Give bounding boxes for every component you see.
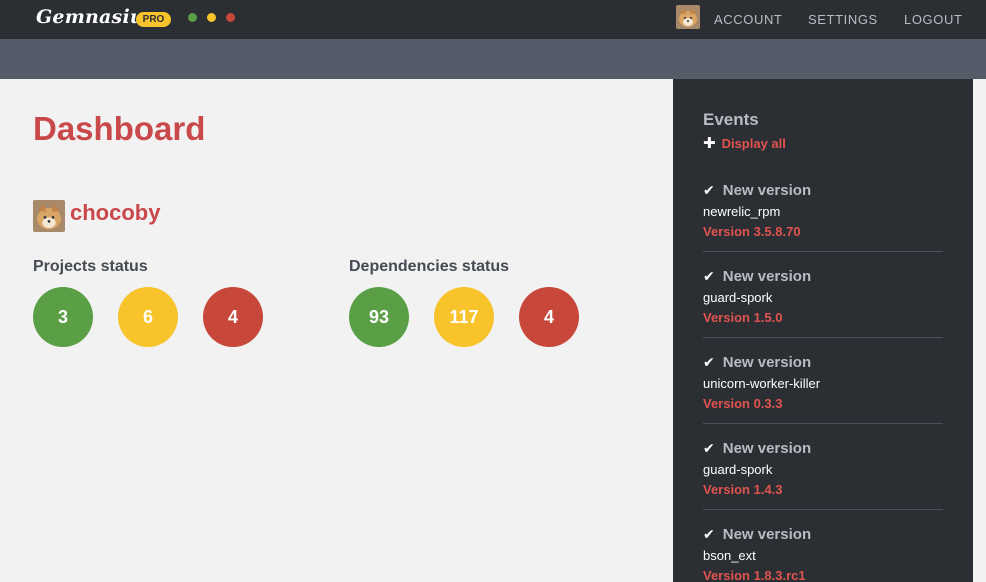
check-icon: ✔ <box>703 440 715 456</box>
dependencies-yellow-count[interactable]: 117 <box>434 287 494 347</box>
event-divider <box>703 423 943 424</box>
event-item: ✔ New version bson_ext Version 1.8.3.rc1 <box>703 513 943 582</box>
event-type: New version <box>722 354 812 371</box>
top-bar: Gemnasium PRO ACCOUNT SETTINGS LOGOUT <box>0 0 986 39</box>
check-icon: ✔ <box>703 526 715 542</box>
event-type: New version <box>722 526 812 543</box>
projects-status-label: Projects status <box>33 258 148 275</box>
page-title: Dashboard <box>33 110 206 147</box>
events-title: Events <box>703 110 759 129</box>
projects-green-count[interactable]: 3 <box>33 287 93 347</box>
dependencies-status-label: Dependencies status <box>349 258 510 275</box>
dependencies-green-count[interactable]: 93 <box>349 287 409 347</box>
user-name-link[interactable]: chocoby <box>70 200 160 226</box>
event-version[interactable]: Version 1.5.0 <box>703 310 783 325</box>
event-package[interactable]: unicorn-worker-killer <box>703 376 820 391</box>
pro-badge: PRO <box>136 12 171 27</box>
account-avatar[interactable] <box>676 5 700 29</box>
event-divider <box>703 337 943 338</box>
projects-yellow-count[interactable]: 6 <box>118 287 178 347</box>
event-item: ✔ New version newrelic_rpm Version 3.5.8.… <box>703 169 943 255</box>
check-icon: ✔ <box>703 182 715 198</box>
status-dot-red <box>226 13 235 22</box>
dependencies-red-count[interactable]: 4 <box>519 287 579 347</box>
event-divider <box>703 509 943 510</box>
event-package[interactable]: newrelic_rpm <box>703 204 780 219</box>
display-all-link[interactable]: ✚ Display all <box>703 134 786 152</box>
event-item: ✔ New version guard-spork Version 1.5.0 <box>703 255 943 341</box>
nav-settings-link[interactable]: SETTINGS <box>808 12 878 27</box>
event-item: ✔ New version guard-spork Version 1.4.3 <box>703 427 943 513</box>
nav-account-link[interactable]: ACCOUNT <box>714 12 782 27</box>
plus-icon: ✚ <box>703 135 716 152</box>
check-icon: ✔ <box>703 268 715 284</box>
event-version[interactable]: Version 1.4.3 <box>703 482 783 497</box>
event-package[interactable]: guard-spork <box>703 462 772 477</box>
event-version[interactable]: Version 3.5.8.70 <box>703 224 801 239</box>
event-package[interactable]: bson_ext <box>703 548 756 563</box>
status-dot-green <box>188 13 197 22</box>
event-package[interactable]: guard-spork <box>703 290 772 305</box>
event-version[interactable]: Version 1.8.3.rc1 <box>703 568 806 582</box>
event-item: ✔ New version unicorn-worker-killer Versi… <box>703 341 943 427</box>
user-avatar[interactable] <box>33 200 65 232</box>
check-icon: ✔ <box>703 354 715 370</box>
event-divider <box>703 251 943 252</box>
nav-logout-link[interactable]: LOGOUT <box>904 12 963 27</box>
sub-header-bar <box>0 39 986 79</box>
event-version[interactable]: Version 0.3.3 <box>703 396 783 411</box>
event-type: New version <box>722 182 812 199</box>
events-sidebar: Events ✚ Display all ✔ New version newreli… <box>673 79 973 582</box>
display-all-label: Display all <box>721 136 786 151</box>
projects-red-count[interactable]: 4 <box>203 287 263 347</box>
event-type: New version <box>722 440 812 457</box>
event-type: New version <box>722 268 812 285</box>
status-dot-yellow <box>207 13 216 22</box>
